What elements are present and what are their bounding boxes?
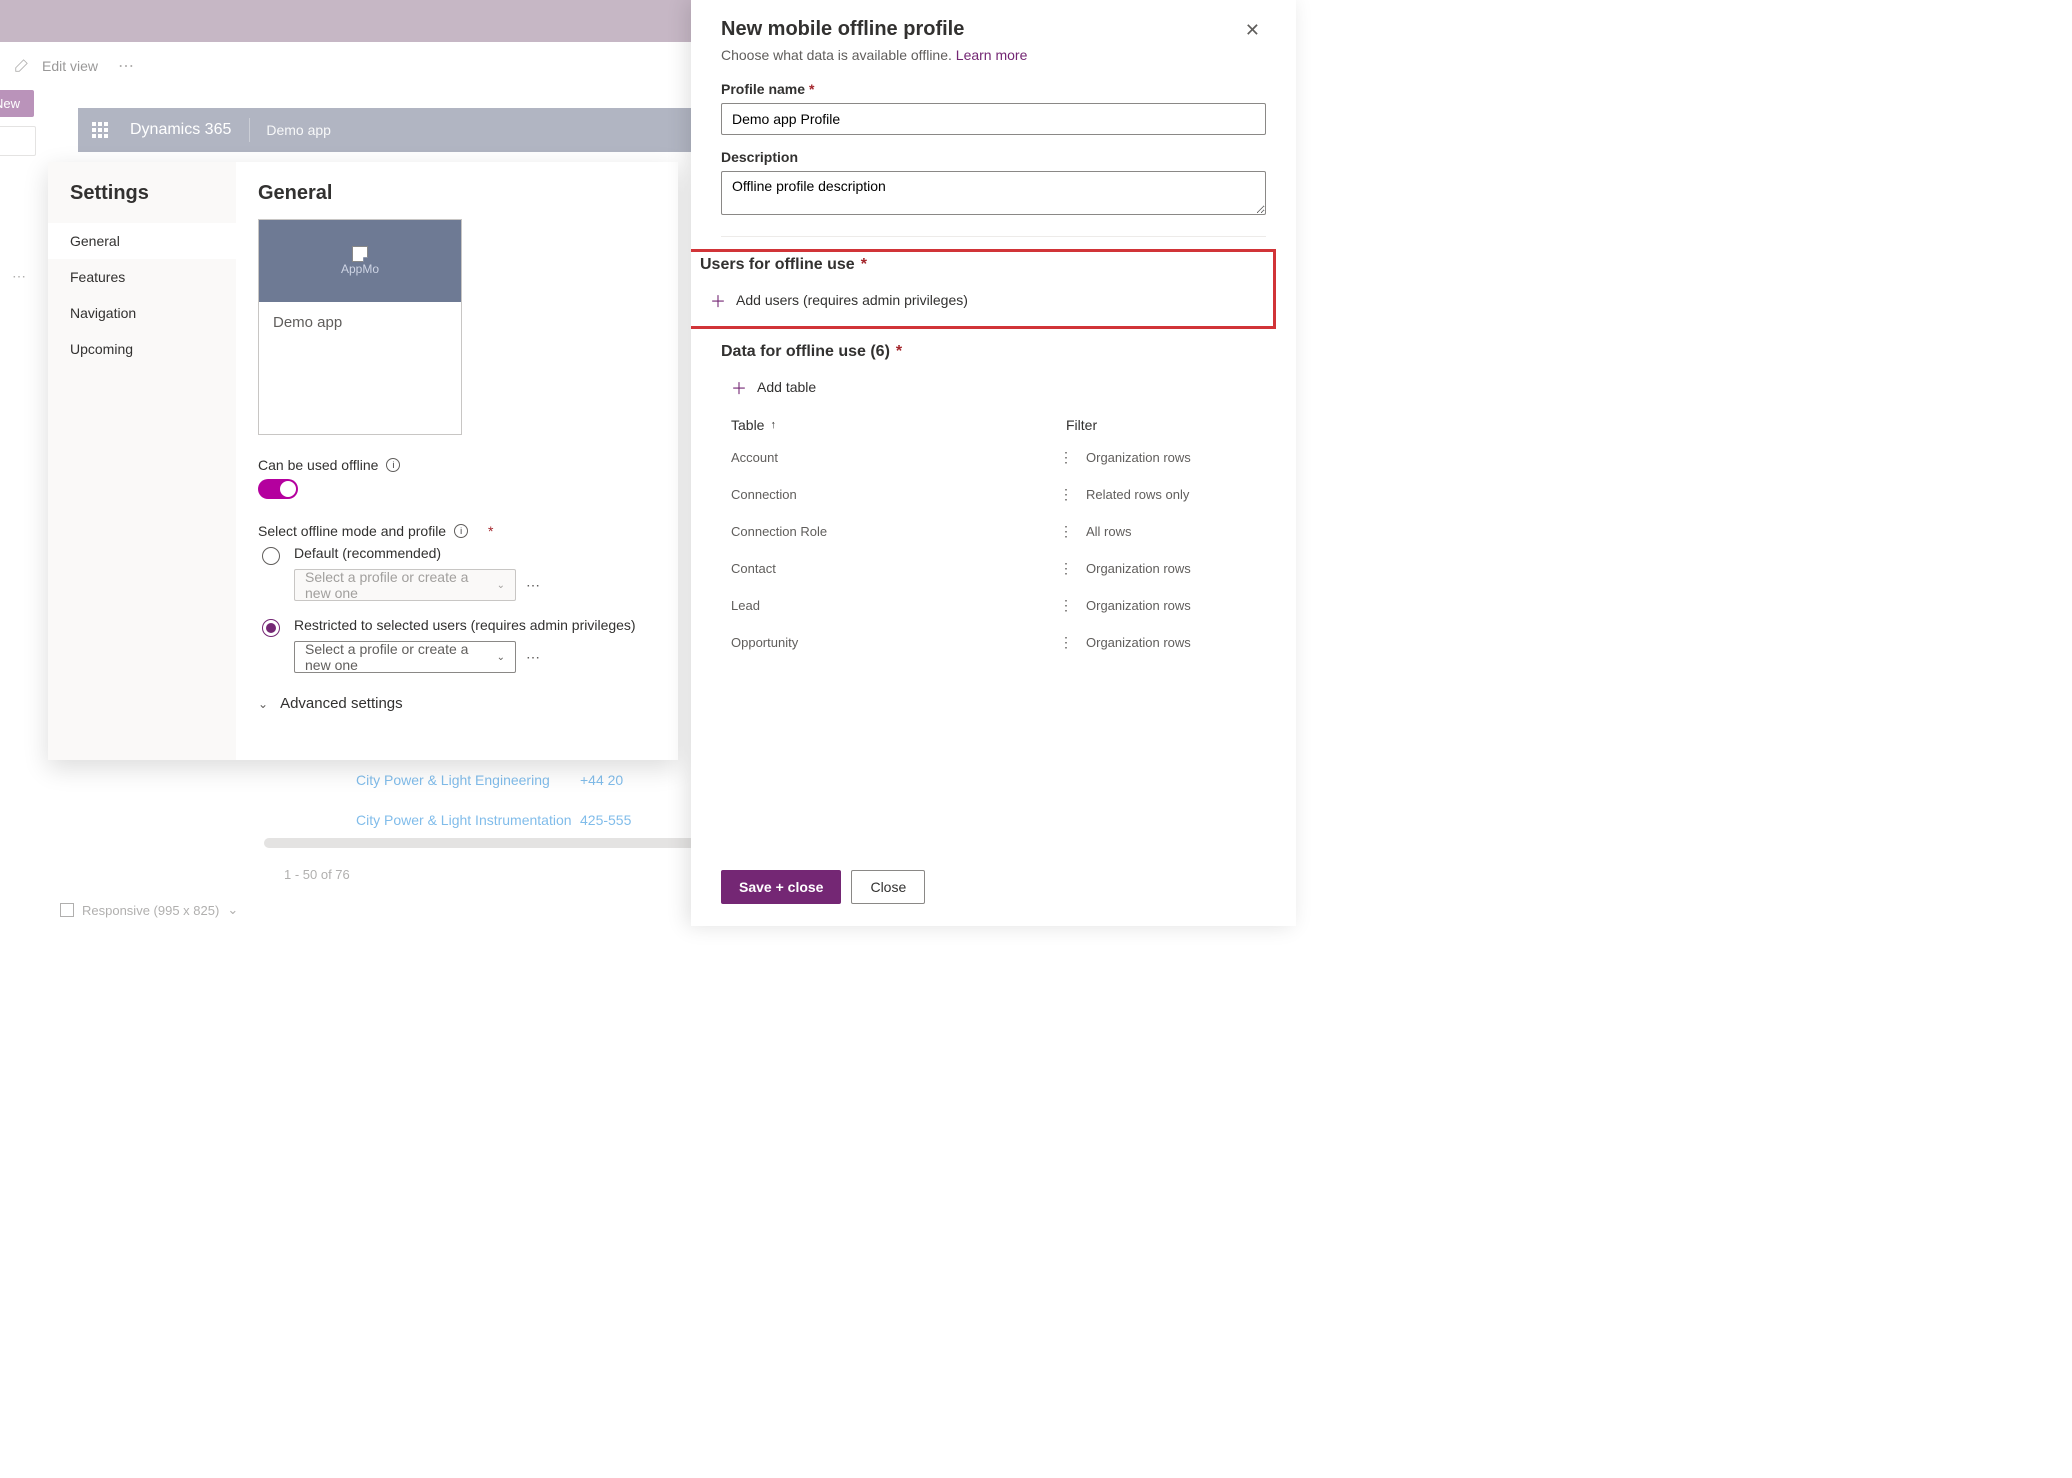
profile-placeholder: Select a profile or create a new one [305,641,497,673]
chevron-down-icon: ⌄ [497,580,505,591]
radio-icon[interactable] [262,619,280,637]
app-tile-alt: AppMo [341,262,379,276]
save-close-button[interactable]: Save + close [721,870,841,904]
app-tile-image: AppMo [259,220,461,302]
plus-icon: ＋ [731,375,747,399]
close-icon[interactable]: ✕ [1239,18,1266,43]
row-table-name: Lead [721,598,1046,613]
table-row[interactable]: Opportunity⋮Organization rows [721,624,1266,661]
learn-more-link[interactable]: Learn more [956,47,1028,63]
description-textarea[interactable]: Offline profile description [721,171,1266,215]
nav-navigation[interactable]: Navigation [48,295,236,331]
profile-select[interactable]: Select a profile or create a new one ⌄ [294,641,516,673]
offline-toggle-label: Can be used offline i [258,457,656,473]
radio-default[interactable]: Default (recommended) Select a profile o… [258,545,656,601]
add-users-button[interactable]: ＋ Add users (requires admin privileges) [700,282,1267,324]
plus-icon: ＋ [710,288,726,312]
description-label: Description [721,149,1266,165]
row-filter-value: Organization rows [1086,561,1266,576]
users-heading: Users for offline use* [700,256,1267,274]
row-table-name: Opportunity [721,635,1046,650]
chevron-down-icon: ⌄ [258,697,268,711]
row-more-icon[interactable]: ⋮ [1046,597,1086,614]
table-row[interactable]: Contact⋮Organization rows [721,550,1266,587]
profile-placeholder: Select a profile or create a new one [305,569,497,601]
required-star-icon: * [488,523,493,539]
radio-default-label: Default (recommended) [294,545,541,561]
row-table-name: Contact [721,561,1046,576]
add-users-label: Add users (requires admin privileges) [736,292,968,308]
panel-footer: Save + close Close [691,856,1296,926]
nav-general[interactable]: General [48,223,236,259]
settings-modal: Settings General Features Navigation Upc… [48,162,678,760]
nav-upcoming[interactable]: Upcoming [48,331,236,367]
broken-image-icon [352,246,368,262]
panel-subtitle: Choose what data is available offline. L… [721,47,1266,63]
info-icon[interactable]: i [386,458,400,472]
row-filter-value: Related rows only [1086,487,1266,502]
profile-name-label: Profile name* [721,81,1266,97]
more-icon[interactable]: ⋯ [526,577,541,594]
col-filter-header[interactable]: Filter [1066,417,1266,433]
profile-select-disabled: Select a profile or create a new one ⌄ [294,569,516,601]
row-table-name: Account [721,450,1046,465]
table-row[interactable]: Connection⋮Related rows only [721,476,1266,513]
radio-restricted[interactable]: Restricted to selected users (requires a… [258,617,656,673]
settings-title: Settings [48,182,236,223]
select-mode-label: Select offline mode and profile i * [258,523,656,539]
row-filter-value: All rows [1086,524,1266,539]
nav-features[interactable]: Features [48,259,236,295]
settings-heading: General [258,182,656,205]
row-filter-value: Organization rows [1086,598,1266,613]
radio-restricted-label: Restricted to selected users (requires a… [294,617,636,633]
settings-main: General AppMo Demo app Can be used offli… [236,162,678,760]
profile-name-input[interactable] [721,103,1266,135]
row-table-name: Connection Role [721,524,1046,539]
more-icon[interactable]: ⋯ [526,649,541,666]
add-table-button[interactable]: ＋ Add table [721,369,1266,411]
sort-asc-icon: ↑ [770,419,776,431]
table-header: Table↑ Filter [721,411,1266,439]
row-table-name: Connection [721,487,1046,502]
settings-nav: Settings General Features Navigation Upc… [48,162,236,760]
row-more-icon[interactable]: ⋮ [1046,449,1086,466]
app-tile[interactable]: AppMo Demo app [258,219,462,435]
row-more-icon[interactable]: ⋮ [1046,634,1086,651]
advanced-settings-toggle[interactable]: ⌄ Advanced settings [258,695,656,712]
data-heading: Data for offline use (6)* [721,343,1266,361]
row-filter-value: Organization rows [1086,450,1266,465]
row-more-icon[interactable]: ⋮ [1046,486,1086,503]
offline-toggle[interactable] [258,479,298,499]
panel-title: New mobile offline profile [721,18,964,41]
row-more-icon[interactable]: ⋮ [1046,523,1086,540]
col-table-header[interactable]: Table↑ [721,417,1066,433]
info-icon[interactable]: i [454,524,468,538]
close-button[interactable]: Close [851,870,925,904]
row-filter-value: Organization rows [1086,635,1266,650]
radio-icon[interactable] [262,547,280,565]
users-callout: Users for offline use* ＋ Add users (requ… [691,249,1276,329]
app-tile-name: Demo app [259,302,461,343]
table-row[interactable]: Account⋮Organization rows [721,439,1266,476]
add-table-label: Add table [757,379,816,395]
divider [721,236,1266,237]
chevron-down-icon: ⌄ [497,652,505,663]
row-more-icon[interactable]: ⋮ [1046,560,1086,577]
advanced-settings-label: Advanced settings [280,695,403,712]
table-row[interactable]: Lead⋮Organization rows [721,587,1266,624]
offline-profile-panel: New mobile offline profile ✕ Choose what… [691,0,1296,926]
table-row[interactable]: Connection Role⋮All rows [721,513,1266,550]
